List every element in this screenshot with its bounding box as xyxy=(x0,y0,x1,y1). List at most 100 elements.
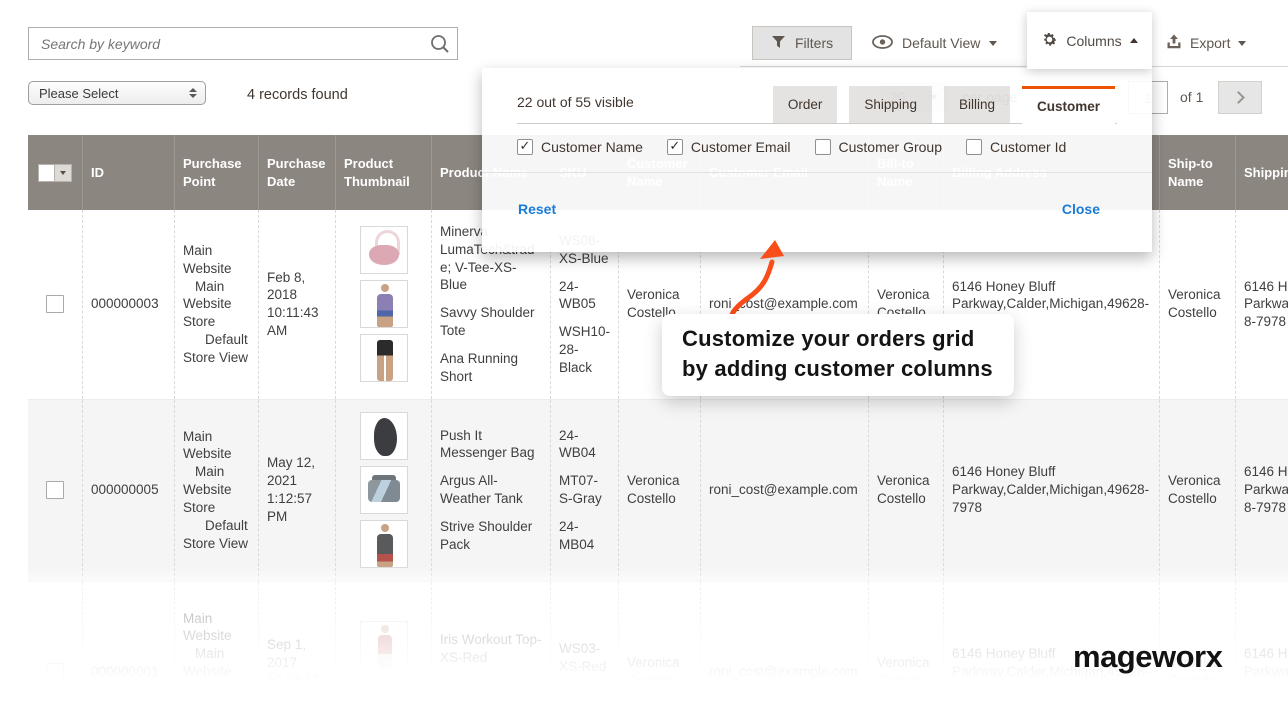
cell-shipping-address: 6146 Honey Bluff Parkway,Calder,Michigan… xyxy=(1235,400,1288,581)
product-thumbnail-image xyxy=(360,334,408,382)
cell-product-names: Iris Workout Top-XS-Red Erika Running Sh… xyxy=(431,582,550,728)
export-icon xyxy=(1166,34,1182,53)
row-select-cell xyxy=(28,210,82,399)
records-found-text: 4 records found xyxy=(247,87,348,103)
mass-action-select[interactable]: Please Select xyxy=(28,81,206,105)
search-input[interactable] xyxy=(29,36,423,52)
header-select-cell xyxy=(28,135,82,210)
cell-customer-email: roni_cost@example.com xyxy=(700,400,868,581)
tab-billing[interactable]: Billing xyxy=(944,86,1010,123)
cell-purchase-point: Main Website Main Website Store Default … xyxy=(174,210,258,399)
chevron-down-icon xyxy=(989,41,997,46)
cell-purchase-date: Feb 8, 2018 10:11:43 AM xyxy=(258,210,335,399)
gear-icon xyxy=(1041,31,1058,51)
checkbox-customer-email[interactable]: Customer Email xyxy=(667,139,791,155)
header-purchase-point[interactable]: Purchase Point xyxy=(174,135,258,210)
view-label: Default View xyxy=(902,35,980,51)
search-icon[interactable] xyxy=(423,33,457,55)
tab-customer[interactable]: Customer xyxy=(1022,86,1115,124)
mass-action-value: Please Select xyxy=(39,86,189,101)
export-button[interactable]: Export xyxy=(1166,26,1246,60)
cell-shipping-address: 6146 Honey Bluff Parkway,Calder,Michigan… xyxy=(1235,210,1288,399)
annotation-callout: Customize your orders grid by adding cus… xyxy=(662,314,1014,396)
header-shipping-address[interactable]: Shipping Address xyxy=(1235,135,1288,210)
column-checkbox-list: Customer Name Customer Email Customer Gr… xyxy=(517,139,1066,155)
header-purchase-date[interactable]: Purchase Date xyxy=(258,135,335,210)
cell-product-thumbnails xyxy=(335,582,431,728)
cell-customer-name: Veronica Costello xyxy=(618,400,700,581)
header-product-thumbnail[interactable]: Product Thumbnail xyxy=(335,135,431,210)
up-down-arrows-icon xyxy=(189,88,197,98)
row-select-cell xyxy=(28,400,82,581)
cell-product-thumbnails xyxy=(335,210,431,399)
checkbox-customer-group[interactable]: Customer Group xyxy=(815,139,942,155)
next-page-button[interactable] xyxy=(1218,81,1262,114)
chevron-right-icon xyxy=(1232,91,1245,104)
page-of-label: of 1 xyxy=(1180,89,1203,105)
funnel-icon xyxy=(771,35,786,52)
chevron-down-icon xyxy=(60,171,66,175)
cell-customer-name: Veronica Costello xyxy=(618,582,700,728)
view-switcher-button[interactable]: Default View xyxy=(872,26,997,60)
row-checkbox[interactable] xyxy=(46,663,64,681)
cell-product-names: Push It Messenger Bag Argus All-Weather … xyxy=(431,400,550,581)
checkbox-icon[interactable] xyxy=(667,139,683,155)
toolbar-divider xyxy=(740,66,1288,67)
callout-line-1: Customize your orders grid xyxy=(682,324,994,354)
header-id[interactable]: ID xyxy=(82,135,174,210)
product-thumbnail-image xyxy=(360,226,408,274)
cell-id: 000000005 xyxy=(82,400,174,581)
select-all-checkbox[interactable] xyxy=(38,164,55,182)
cell-purchase-point: Main Website Main Website Store Default … xyxy=(174,582,258,728)
cell-bill-to-name: Veronica Costello xyxy=(868,582,943,728)
orders-grid-page: Filters Default View Export Please Selec… xyxy=(0,0,1288,728)
filters-button[interactable]: Filters xyxy=(752,26,852,60)
product-thumbnail-image xyxy=(360,412,408,460)
cell-id: 000000003 xyxy=(82,210,174,399)
columns-visible-summary: 22 out of 55 visible xyxy=(517,94,634,110)
columns-button[interactable]: Columns xyxy=(1027,12,1152,69)
table-row: 000000005 Main Website Main Website Stor… xyxy=(28,400,1288,582)
columns-panel: 22 out of 55 visible Order Shipping Bill… xyxy=(482,68,1152,252)
filters-label: Filters xyxy=(795,35,833,51)
row-select-cell xyxy=(28,582,82,728)
columns-tabs: Order Shipping Billing Customer xyxy=(773,86,1115,123)
columns-label: Columns xyxy=(1066,33,1121,49)
row-checkbox[interactable] xyxy=(46,295,64,313)
select-options-dropdown[interactable] xyxy=(55,164,72,182)
reset-link[interactable]: Reset xyxy=(518,201,556,217)
checkbox-icon[interactable] xyxy=(815,139,831,155)
close-link[interactable]: Close xyxy=(1062,201,1100,217)
row-checkbox[interactable] xyxy=(46,481,64,499)
cell-purchase-date: Sep 1, 2017 10:34:17 AM xyxy=(258,582,335,728)
cell-skus: WS03-XS-Red WSH12 xyxy=(550,582,618,728)
checkbox-customer-name[interactable]: Customer Name xyxy=(517,139,643,155)
eye-icon xyxy=(872,35,893,52)
product-thumbnail-image xyxy=(360,675,408,723)
export-label: Export xyxy=(1190,35,1230,51)
checkbox-icon[interactable] xyxy=(966,139,982,155)
panel-divider xyxy=(482,172,1152,173)
cell-bill-to-name: Veronica Costello xyxy=(868,400,943,581)
checkbox-customer-id[interactable]: Customer Id xyxy=(966,139,1066,155)
cell-purchase-point: Main Website Main Website Store Default … xyxy=(174,400,258,581)
mageworx-logo: mageworx xyxy=(1073,639,1222,675)
cell-shipping-address: 6146 Honey Bluff Parkway,Calder,Michigan… xyxy=(1235,582,1288,728)
chevron-down-icon xyxy=(1238,41,1246,46)
cell-ship-to-name: Veronica Costello xyxy=(1159,400,1235,581)
product-thumbnail-image xyxy=(360,280,408,328)
tab-shipping[interactable]: Shipping xyxy=(849,86,932,123)
cell-skus: 24-WB04 MT07-S-Gray 24-MB04 xyxy=(550,400,618,581)
header-ship-to-name[interactable]: Ship-to Name xyxy=(1159,135,1235,210)
product-thumbnail-image xyxy=(360,466,408,514)
tab-order[interactable]: Order xyxy=(773,86,838,123)
product-thumbnail-image xyxy=(360,621,408,669)
product-thumbnail-image xyxy=(360,520,408,568)
cell-customer-email: roni_cost@example.com xyxy=(700,582,868,728)
chevron-up-icon xyxy=(1130,38,1138,43)
checkbox-icon[interactable] xyxy=(517,139,533,155)
cell-id: 000000001 xyxy=(82,582,174,728)
cell-ship-to-name: Veronica Costello xyxy=(1159,210,1235,399)
cell-purchase-date: May 12, 2021 1:12:57 PM xyxy=(258,400,335,581)
callout-line-2: by adding customer columns xyxy=(682,354,994,384)
